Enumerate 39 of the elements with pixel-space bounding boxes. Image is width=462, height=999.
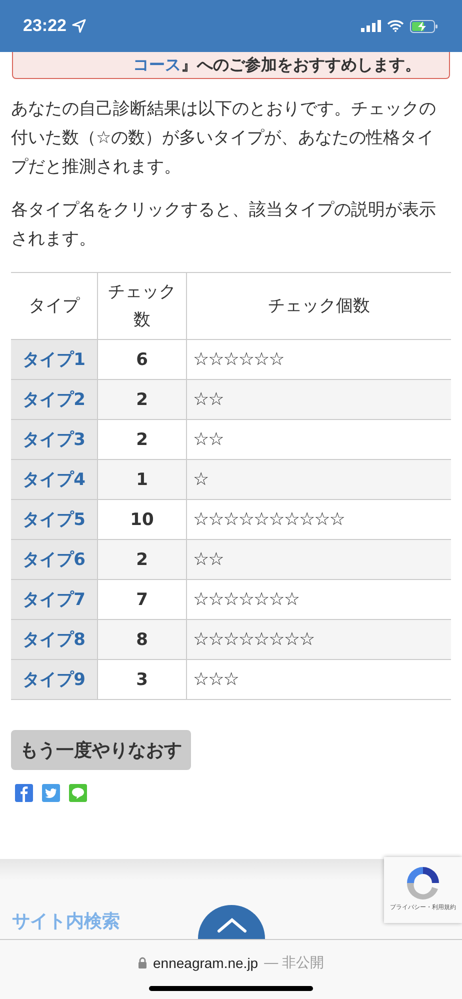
intro-paragraph: 各タイプ名をクリックすると、該当タイプの説明が表示されます。 (11, 199, 437, 251)
line-share-icon[interactable] (69, 784, 87, 802)
type-link[interactable]: タイプ7 (22, 590, 86, 610)
table-cell: 1 (98, 460, 186, 500)
table-cell: 2 (98, 540, 186, 580)
type-link[interactable]: タイプ6 (22, 550, 86, 570)
type-link[interactable]: タイプ8 (22, 630, 86, 650)
table-cell: 8 (98, 620, 186, 660)
facebook-share-icon[interactable] (15, 784, 33, 802)
table-cell: ☆☆ (186, 540, 451, 580)
type-link[interactable]: タイプ4 (22, 470, 86, 490)
table-cell: ☆☆☆ (186, 660, 451, 700)
battery-icon (410, 20, 438, 32)
type-link[interactable]: タイプ3 (22, 430, 86, 450)
column-header: チェック個数 (186, 272, 451, 340)
url-domain[interactable]: enneagram.ne.jp (153, 955, 258, 971)
type-link[interactable]: タイプ9 (22, 670, 86, 690)
chevron-up-icon (216, 917, 246, 933)
clock-time: 23:22 (23, 16, 66, 36)
signal-icon (361, 20, 381, 32)
table-cell: ☆☆ (186, 380, 451, 420)
table-cell: 3 (98, 660, 186, 700)
table-cell: ☆ (186, 460, 451, 500)
lock-icon (138, 957, 148, 969)
type-link[interactable]: タイプ5 (22, 510, 86, 530)
twitter-share-icon[interactable] (42, 784, 60, 802)
notice-text: コース』へのご参加をおすすめします。 (133, 55, 421, 75)
privacy-status: — 非公開 (264, 954, 324, 972)
wifi-icon (387, 20, 404, 32)
table-cell: ☆☆☆☆☆☆☆☆ (186, 620, 451, 660)
type-link[interactable]: タイプ1 (22, 350, 86, 370)
table-cell: 2 (98, 380, 186, 420)
type-link[interactable]: タイプ2 (22, 390, 86, 410)
column-header: チェック数 (98, 272, 186, 340)
site-search-heading: サイト内検索 (12, 910, 120, 933)
intro-paragraph: あなたの自己診断結果は以下のとおりです。チェックの付いた数（☆の数）が多いタイプが、あなたの性格タイプだと推測されます。 (11, 98, 437, 179)
retry-button[interactable]: もう一度やりなおす (11, 730, 191, 770)
course-link[interactable]: コース (133, 55, 181, 74)
location-arrow-icon (72, 19, 86, 33)
